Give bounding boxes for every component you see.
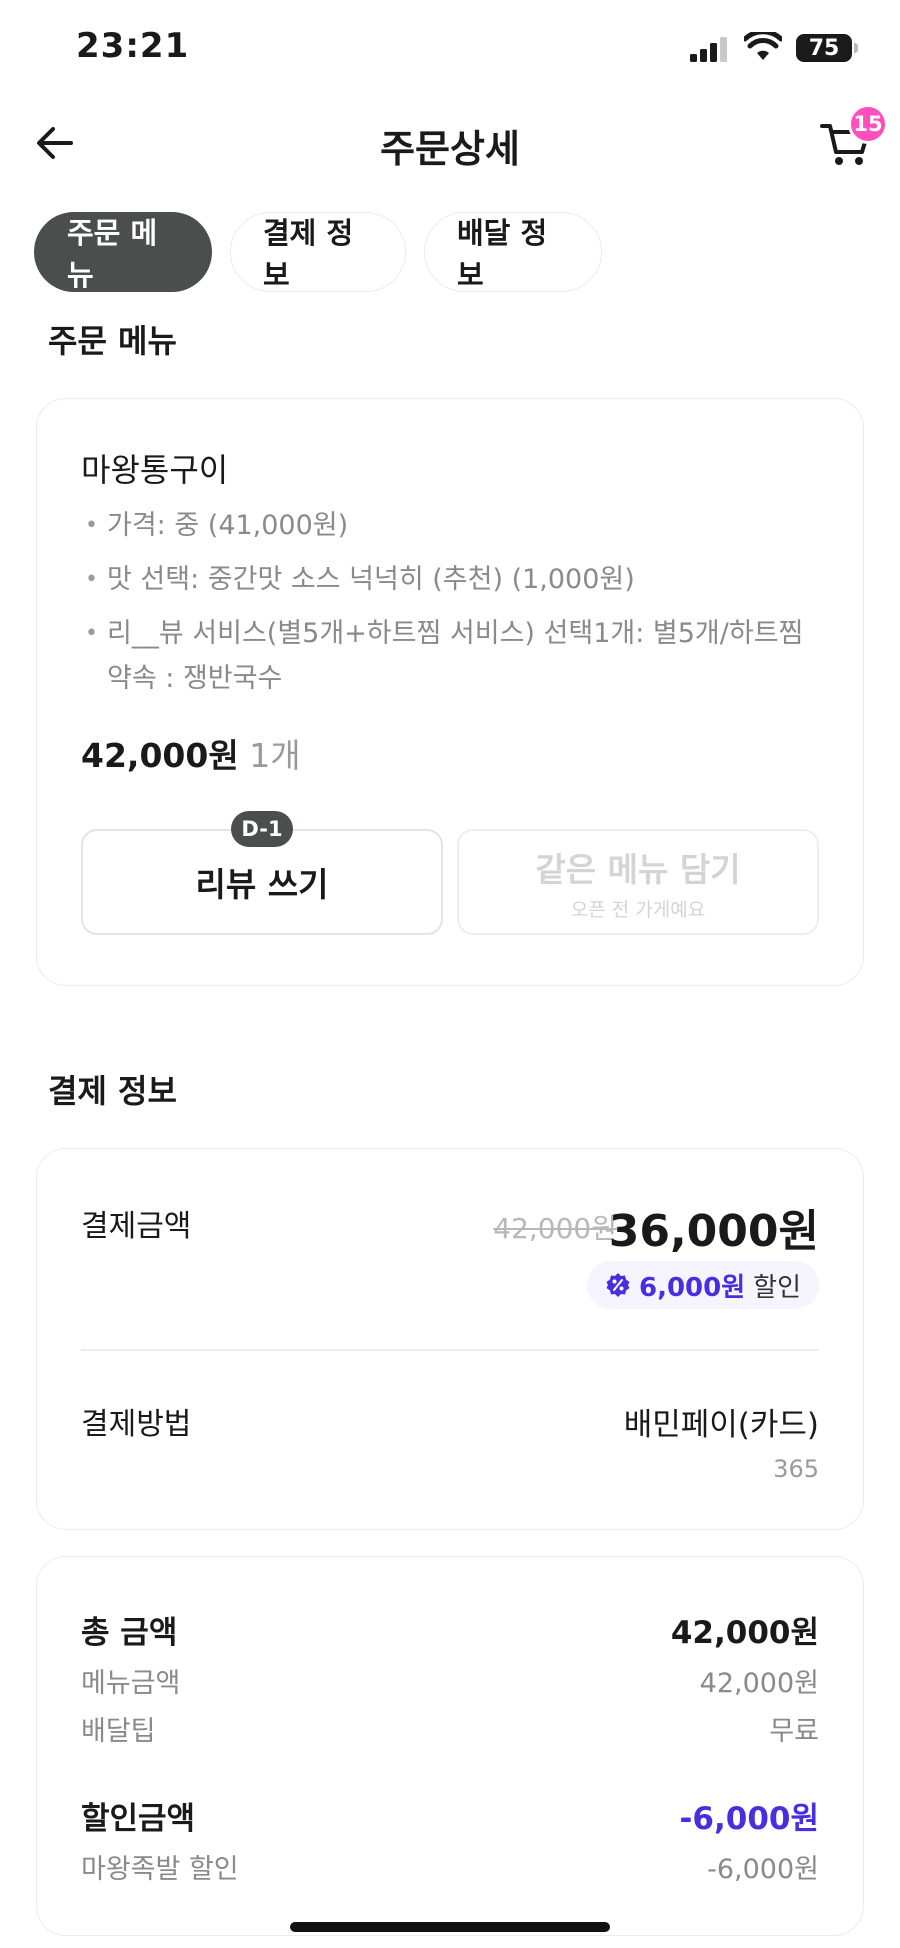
menu-amount-label: 메뉴금액	[81, 1668, 181, 1699]
payment-amount-label: 결제금액	[81, 1209, 192, 1244]
discount-amount: 6,000원	[638, 1272, 746, 1303]
tab-bar: 주문 메뉴 결제 정보 배달 정보	[34, 212, 602, 292]
original-amount: 42,000원	[493, 1212, 617, 1245]
menu-quantity: 1개	[249, 736, 301, 775]
discount-amount-total: -6,000원	[679, 1801, 819, 1837]
tab-payment-info[interactable]: 결제 정보	[230, 212, 406, 292]
status-bar: 23:21 75	[0, 0, 900, 100]
payment-method-sub: 365	[773, 1455, 819, 1483]
payment-method-label: 결제방법	[81, 1407, 192, 1442]
battery-icon: 75	[796, 34, 858, 62]
review-deadline-badge: D-1	[231, 811, 293, 847]
discount-chip: 6,000원 할인	[586, 1261, 819, 1309]
signal-icon	[690, 37, 727, 62]
cart-count-badge: 15	[848, 104, 888, 144]
menu-name: 마왕통구이	[81, 451, 229, 489]
discount-label: 할인	[753, 1272, 801, 1303]
payment-method-value: 배민페이(카드)	[623, 1407, 819, 1443]
order-card: 마왕통구이 가격: 중 (41,000원) 맛 선택: 중간맛 소스 넉넉히 (…	[36, 398, 864, 986]
header: 주문상세	[0, 100, 900, 190]
store-discount-value: -6,000원	[707, 1854, 819, 1885]
delivery-tip-label: 배달팁	[81, 1716, 156, 1747]
menu-options: 가격: 중 (41,000원) 맛 선택: 중간맛 소스 넉넉히 (추천) (1…	[81, 503, 821, 701]
payment-section-title: 결제 정보	[48, 1072, 177, 1110]
menu-option: 리__뷰 서비스(별5개+하트찜 서비스) 선택1개: 별5개/하트찜 약속 :…	[81, 611, 821, 701]
total-amount-value: 42,000원	[670, 1615, 819, 1651]
tab-delivery-info[interactable]: 배달 정보	[424, 212, 602, 292]
menu-price-row: 42,000원 1개	[81, 729, 301, 777]
discount-amount-label: 할인금액	[81, 1801, 196, 1837]
discount-icon	[606, 1273, 630, 1297]
total-amount-label: 총 금액	[81, 1615, 178, 1651]
menu-option: 맛 선택: 중간맛 소스 넉넉히 (추천) (1,000원)	[81, 557, 821, 602]
wifi-icon	[744, 32, 782, 60]
home-indicator	[290, 1922, 610, 1932]
final-amount: 36,000원	[608, 1206, 819, 1257]
battery-level: 75	[808, 35, 840, 61]
add-same-menu-button[interactable]: 같은 메뉴 담기 오픈 전 가게예요	[457, 829, 819, 935]
menu-price: 42,000원	[81, 736, 239, 775]
store-closed-note: 오픈 전 가게예요	[570, 898, 706, 921]
totals-card: 총 금액 42,000원 메뉴금액 42,000원 배달팁 무료 할인금액 -6…	[36, 1556, 864, 1936]
menu-amount-value: 42,000원	[699, 1668, 819, 1699]
add-same-menu-label: 같은 메뉴 담기	[535, 849, 741, 889]
payment-card: 결제금액 42,000원 36,000원 6,000원 할인 결제방법 배민페이…	[36, 1148, 864, 1530]
page-title: 주문상세	[380, 127, 520, 171]
tab-order-menu[interactable]: 주문 메뉴	[34, 212, 212, 292]
status-time: 23:21	[76, 26, 190, 66]
menu-option: 가격: 중 (41,000원)	[81, 503, 821, 548]
delivery-tip-value: 무료	[769, 1716, 819, 1747]
store-discount-label: 마왕족발 할인	[81, 1854, 239, 1885]
divider	[81, 1349, 819, 1351]
order-section-title: 주문 메뉴	[48, 322, 177, 360]
